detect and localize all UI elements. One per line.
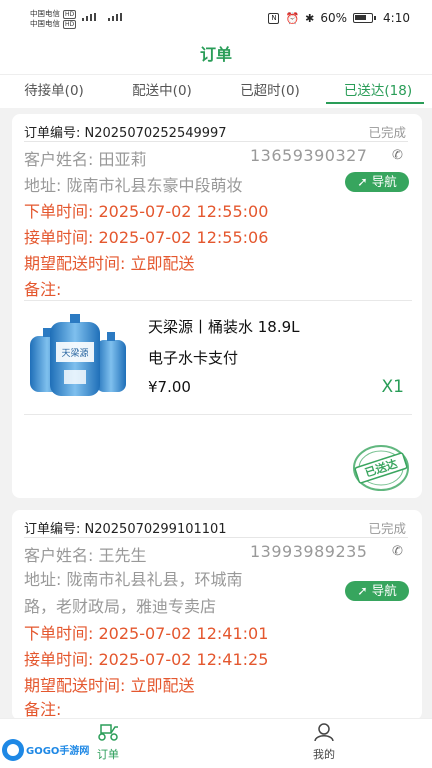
battery-percent: 60%	[320, 11, 348, 25]
customer-phone[interactable]: 13993989235	[250, 542, 367, 561]
order-header: 订单编号: N2025070252549997 已完成	[24, 118, 408, 142]
address: 地址: 陇南市礼县东豪中段萌妆	[24, 176, 243, 195]
product-name: 天梁源丨桶装水 18.9L	[148, 318, 300, 336]
order-header: 订单编号: N2025070299101101 已完成	[24, 514, 408, 538]
navigate-label: 导航	[371, 174, 397, 189]
address-line: 地址: 陇南市礼县礼县，环城南	[24, 570, 243, 589]
phone-icon[interactable]: ✆	[392, 544, 403, 559]
carrier-1: 中国电信	[30, 9, 60, 18]
product-quantity: X1	[381, 377, 404, 397]
product-price: ¥7.00	[148, 378, 191, 396]
tab-pending[interactable]: 待接单(0)	[0, 75, 108, 108]
alarm-icon: ⏰	[285, 11, 300, 25]
hd-badge: HD	[63, 9, 77, 19]
customer-name: 客户姓名: 田亚莉	[24, 150, 147, 169]
accept-time: 接单时间: 2025-07-02 12:41:25	[24, 650, 269, 669]
navigate-button[interactable]: ➚ 导航	[345, 172, 409, 192]
carrier-info: 中国电信 HD 中国电信 HD	[30, 9, 77, 29]
clock: 4:10	[383, 11, 410, 25]
tab-delivering[interactable]: 配送中(0)	[108, 75, 216, 108]
order-number: 订单编号: N2025070299101101	[24, 522, 227, 537]
nav-profile[interactable]: 我的	[294, 723, 354, 762]
address-line: 路，老财政局，雅迪专卖店	[24, 597, 217, 616]
signal-icon	[82, 13, 104, 21]
water-bottle-image: 天梁源	[30, 314, 126, 396]
status-bar: 中国电信 HD 中国电信 HD N ⏰ ✱ 60% 4:10	[0, 0, 432, 36]
order-number: 订单编号: N2025070252549997	[24, 126, 227, 141]
customer-phone[interactable]: 13659390327	[250, 146, 367, 165]
page-title: 订单	[199, 45, 232, 64]
bluetooth-icon: ✱	[305, 11, 315, 25]
order-card[interactable]: 订单编号: N2025070299101101 已完成 客户姓名: 王先生 13…	[12, 510, 422, 720]
navigate-button[interactable]: ➚ 导航	[345, 581, 409, 601]
order-status: 已完成	[368, 125, 406, 140]
remark: 备注:	[24, 700, 62, 719]
status-right: N ⏰ ✱ 60% 4:10	[268, 11, 410, 25]
order-card[interactable]: 订单编号: N2025070252549997 已完成 客户姓名: 田亚莉 13…	[12, 114, 422, 498]
order-status: 已完成	[368, 521, 406, 536]
customer-name: 客户姓名: 王先生	[24, 546, 147, 565]
expected-delivery-time: 期望配送时间: 立即配送	[24, 676, 195, 695]
battery-icon	[353, 13, 377, 23]
watermark-text: GOGO手游网	[26, 744, 89, 757]
site-watermark: GOGO手游网	[2, 739, 89, 761]
nav-profile-label: 我的	[313, 748, 335, 761]
remark: 备注:	[24, 280, 62, 299]
hd-badge: HD	[63, 19, 77, 29]
divider	[24, 414, 412, 415]
delivered-stamp: 已送达	[353, 445, 409, 491]
title-bar: 订单	[0, 36, 432, 74]
expected-delivery-time: 期望配送时间: 立即配送	[24, 254, 195, 273]
payment-method: 电子水卡支付	[148, 349, 239, 367]
user-icon	[314, 723, 334, 742]
phone-icon[interactable]: ✆	[392, 148, 403, 163]
nfc-icon: N	[268, 12, 280, 24]
bottle-brand: 天梁源	[61, 347, 88, 359]
address: 地址: 陇南市礼县礼县，环城南 路，老财政局，雅迪专卖店	[24, 566, 344, 620]
order-time: 下单时间: 2025-07-02 12:55:00	[24, 202, 269, 221]
signal-icon	[108, 13, 130, 21]
order-tabs: 待接单(0) 配送中(0) 已超时(0) 已送达(18)	[0, 74, 432, 108]
send-icon: ➚	[357, 174, 368, 189]
send-icon: ➚	[357, 583, 368, 598]
delivery-scooter-icon	[98, 724, 118, 741]
navigate-label: 导航	[371, 583, 397, 598]
carrier-2: 中国电信	[30, 19, 60, 28]
tab-overdue[interactable]: 已超时(0)	[216, 75, 324, 108]
divider	[24, 300, 412, 301]
order-time: 下单时间: 2025-07-02 12:41:01	[24, 624, 269, 643]
accept-time: 接单时间: 2025-07-02 12:55:06	[24, 228, 269, 247]
tab-delivered[interactable]: 已送达(18)	[324, 75, 432, 108]
